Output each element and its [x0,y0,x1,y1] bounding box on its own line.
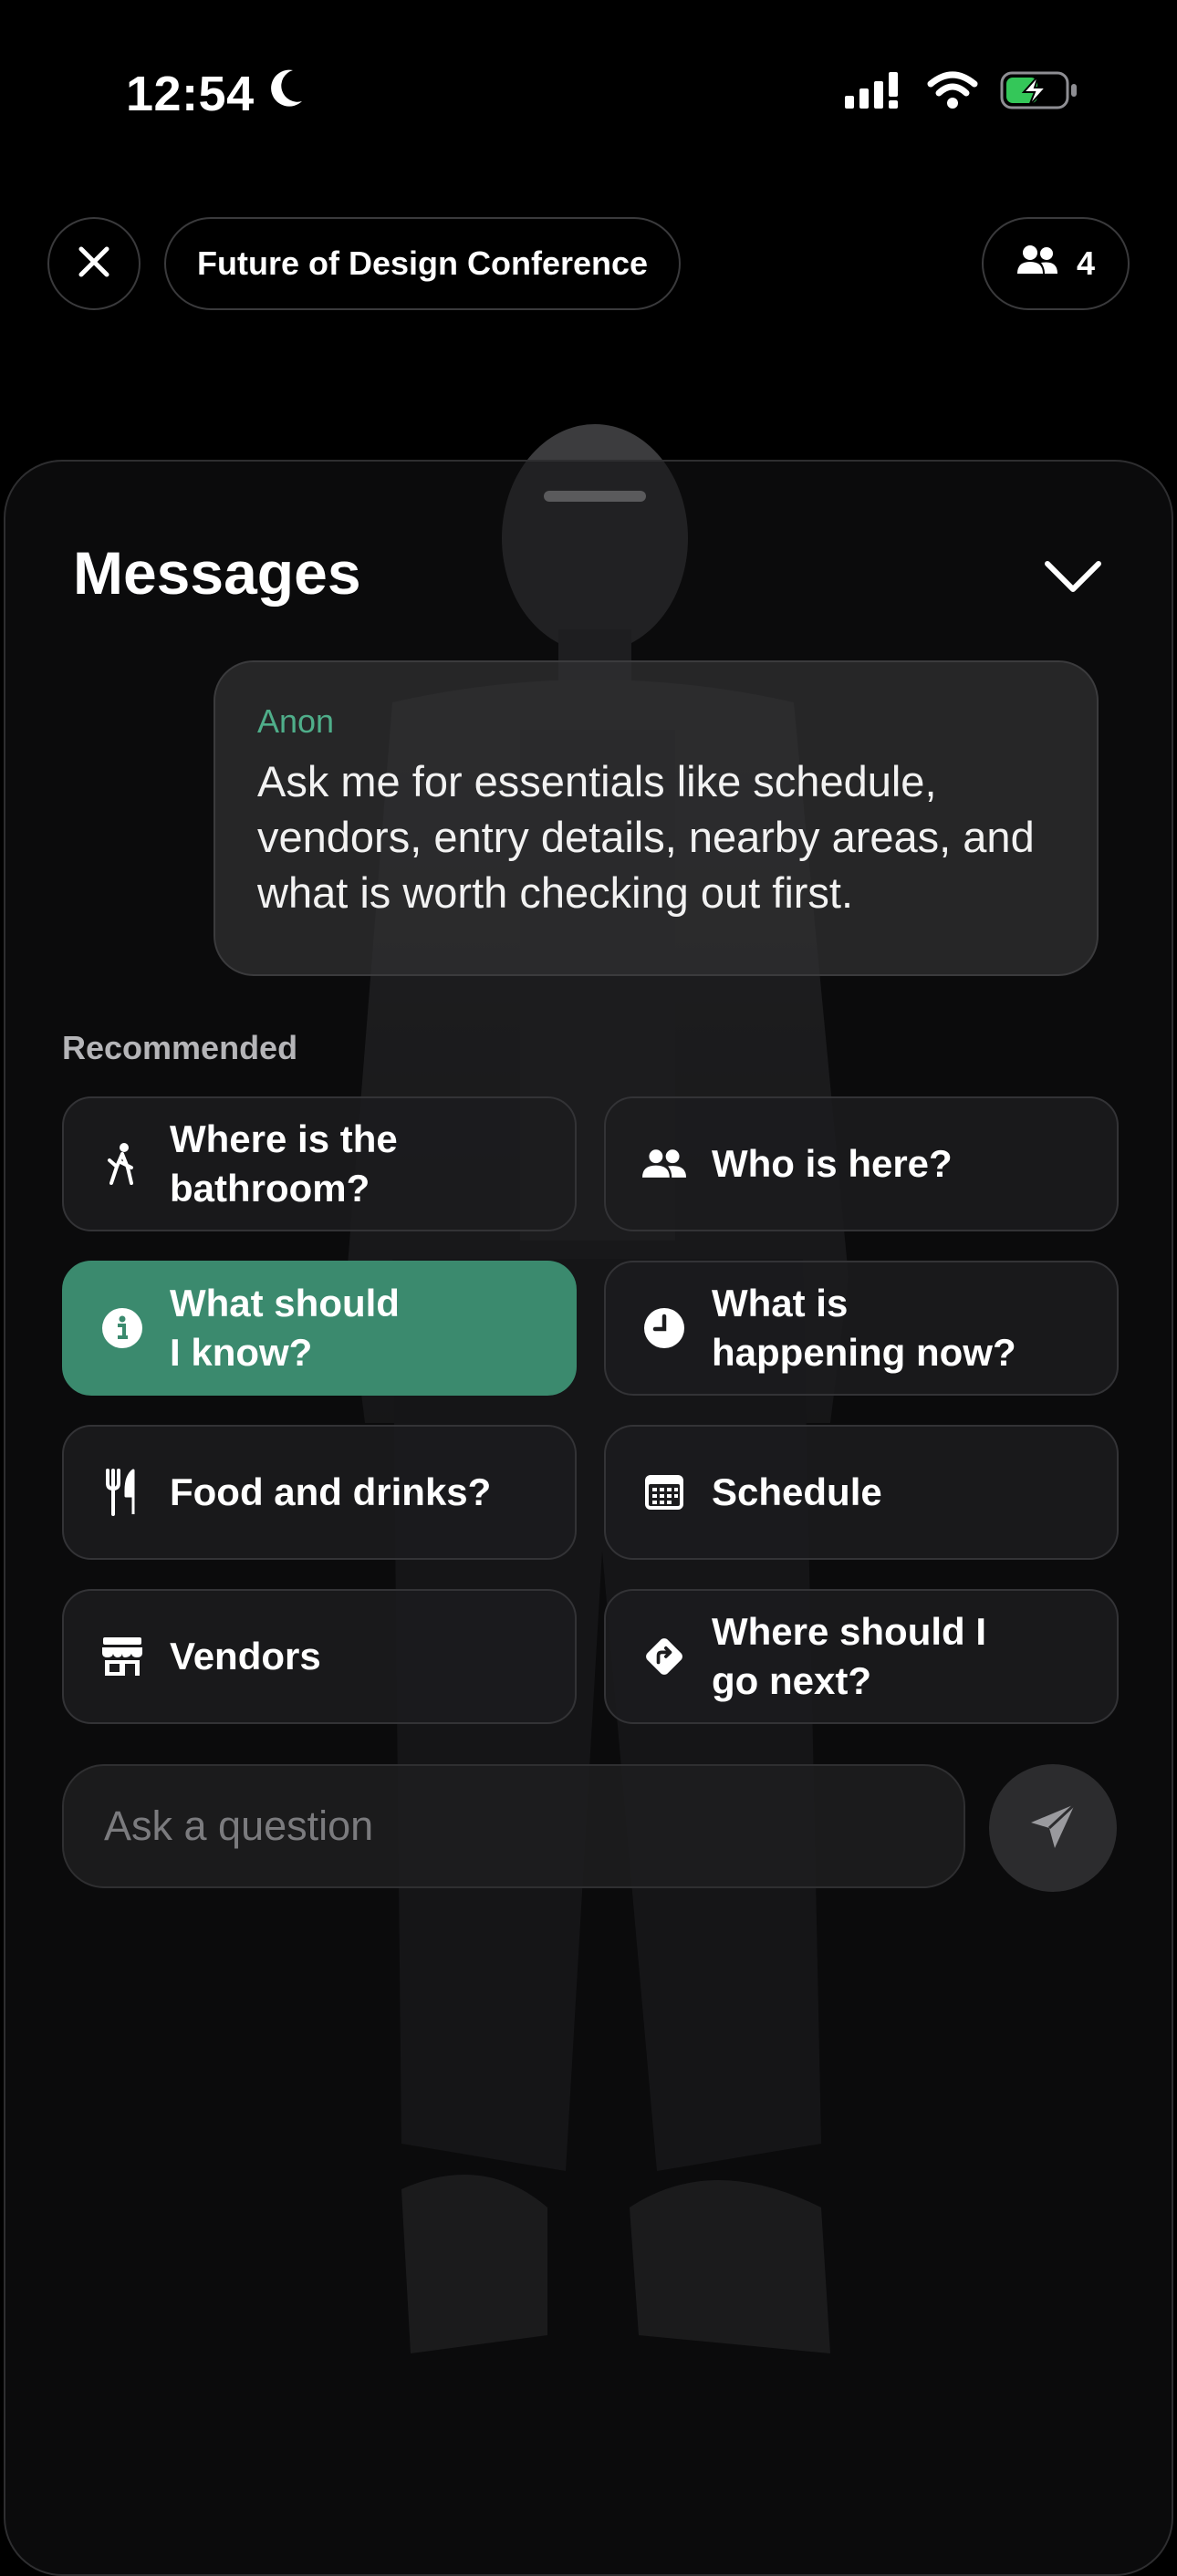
chip-label: What is happening now? [712,1282,1016,1374]
info-icon [100,1306,144,1350]
storefront-icon [100,1635,144,1678]
chip-label: Where should I go next? [712,1610,987,1702]
chip-label: Food and drinks? [170,1470,492,1513]
fork-knife-icon [100,1469,144,1516]
status-icons [845,71,1078,114]
directions-icon [642,1635,686,1678]
chevron-down-icon [1044,558,1102,599]
conference-title: Future of Design Conference [197,244,649,282]
assistant-message-bubble: Anon Ask me for essentials like schedule… [214,660,1099,976]
chip-label: Vendors [170,1635,321,1678]
chip-what-should-i-know[interactable]: What should I know? [62,1261,577,1396]
messages-sheet: Messages Anon Ask me for essentials like… [4,460,1173,2576]
top-controls: Future of Design Conference 4 [0,217,1177,314]
calendar-icon [642,1470,686,1514]
message-text: Ask me for essentials like schedule, ven… [257,757,1035,917]
recommended-label: Recommended [62,1029,298,1066]
chip-vendors[interactable]: Vendors [62,1589,577,1724]
people-icon [1016,244,1058,284]
chip-happening-now[interactable]: What is happening now? [604,1261,1119,1396]
question-input[interactable]: Ask a question [62,1764,965,1888]
message-sender: Anon [257,702,335,740]
clock-icon [642,1306,686,1350]
sheet-grabber[interactable] [544,491,646,502]
send-icon [1027,1801,1078,1856]
chip-schedule[interactable]: Schedule [604,1425,1119,1560]
time-label: 12:54 [126,67,255,121]
chip-who-is-here[interactable]: Who is here? [604,1096,1119,1231]
chip-food-and-drinks[interactable]: Food and drinks? [62,1425,577,1560]
close-button[interactable] [47,217,141,310]
walking-person-icon [100,1142,144,1186]
participants-count: 4 [1076,244,1096,282]
battery-charging-icon [1000,71,1078,114]
chip-bathroom[interactable]: Where is the bathroom? [62,1096,577,1231]
people-icon [642,1142,686,1186]
wifi-icon [927,71,978,114]
chip-label: Where is the bathroom? [170,1117,398,1210]
question-input-placeholder: Ask a question [104,1802,374,1849]
collapse-button[interactable] [1040,545,1106,611]
chip-label: Who is here? [712,1142,953,1185]
send-button[interactable] [989,1764,1117,1892]
status-bar: 12:54 [0,0,1177,182]
chip-label: What should I know? [170,1282,400,1374]
close-icon [78,245,110,283]
participants-button[interactable]: 4 [982,217,1130,310]
messages-title: Messages [73,539,361,607]
moon-icon [266,66,306,122]
chip-label: Schedule [712,1470,882,1513]
conference-title-pill[interactable]: Future of Design Conference [164,217,682,310]
status-time: 12:54 [126,66,306,122]
cellular-signal-icon [845,72,905,113]
chip-where-next[interactable]: Where should I go next? [604,1589,1119,1724]
